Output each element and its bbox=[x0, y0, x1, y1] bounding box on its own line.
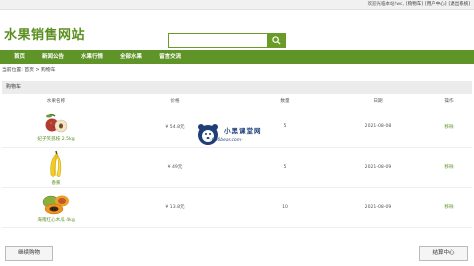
watermark-url: -666bear.com- bbox=[210, 138, 243, 143]
search-input[interactable] bbox=[169, 34, 267, 47]
nav-item-all-fruits[interactable]: 全部水果 bbox=[112, 50, 151, 64]
product-qty: 5 bbox=[240, 147, 330, 188]
search-button[interactable] bbox=[267, 34, 285, 47]
continue-shopping-button[interactable]: 继续购物 bbox=[5, 246, 53, 261]
site-logo[interactable]: 水果销售网站 bbox=[4, 24, 85, 43]
product-qty: 10 bbox=[240, 187, 330, 228]
product-name[interactable]: 妃子笑荔枝 2.5kg bbox=[37, 136, 74, 142]
table-row: 香蕉 ¥ 49元 5 2021-08-09 移除 bbox=[2, 147, 472, 188]
lychee-icon[interactable] bbox=[43, 111, 69, 135]
product-cell: 海南红心木瓜 4kg bbox=[2, 192, 110, 223]
product-date: 2021-08-08 bbox=[330, 107, 426, 148]
product-cell: 妃子笑荔枝 2.5kg bbox=[2, 111, 110, 142]
user-center-link[interactable]: [用户中心] bbox=[425, 2, 447, 7]
remove-link[interactable]: 移除 bbox=[426, 187, 472, 228]
product-name[interactable]: 海南红心木瓜 4kg bbox=[37, 217, 75, 223]
nav-item-news[interactable]: 新闻公告 bbox=[34, 50, 73, 64]
banana-icon[interactable] bbox=[45, 149, 67, 179]
nav-item-home[interactable]: 首页 bbox=[6, 50, 34, 64]
product-cell: 香蕉 bbox=[2, 149, 110, 186]
remove-link[interactable]: 移除 bbox=[426, 107, 472, 148]
nav-item-market[interactable]: 水果行情 bbox=[73, 50, 112, 64]
column-header-price: 价格 bbox=[170, 98, 180, 104]
checkout-button[interactable]: 结算中心 bbox=[419, 246, 468, 261]
column-header-action: 操作 bbox=[444, 98, 454, 104]
cart-table: 水果名称 价格 数量 日期 操作 妃子笑荔枝 2.5kg ¥ 54.8元 5 2… bbox=[2, 94, 472, 228]
watermark-title: 小黑课堂网 bbox=[224, 127, 262, 135]
search-box bbox=[168, 33, 286, 48]
cart-link[interactable]: [购物车] bbox=[406, 2, 423, 7]
product-name[interactable]: 香蕉 bbox=[51, 180, 60, 186]
cart-section-title: 购物车 bbox=[2, 81, 472, 94]
product-date: 2021-08-09 bbox=[330, 187, 426, 228]
product-price: ¥ 13.8元 bbox=[110, 187, 240, 228]
top-bar: 欢迎光临本站!wc, [购物车] [用户中心] [退出系统] bbox=[0, 0, 474, 10]
main-nav: 首页 新闻公告 水果行情 全部水果 留言交流 bbox=[0, 50, 474, 64]
table-row: 海南红心木瓜 4kg ¥ 13.8元 10 2021-08-09 移除 bbox=[2, 187, 472, 228]
remove-link[interactable]: 移除 bbox=[426, 147, 472, 188]
logout-link[interactable]: [退出系统] bbox=[448, 2, 470, 7]
cart-footer: 继续购物 结算中心 bbox=[0, 244, 474, 266]
watermark: 小黑课堂网 -666bear.com- bbox=[196, 122, 296, 148]
column-header-qty: 数量 bbox=[280, 98, 290, 104]
search-icon bbox=[271, 36, 281, 45]
product-date: 2021-08-09 bbox=[330, 147, 426, 188]
product-price: ¥ 49元 bbox=[110, 147, 240, 188]
welcome-text: 欢迎光临本站!wc, bbox=[367, 2, 404, 7]
header: 水果销售网站 bbox=[0, 10, 474, 50]
nav-item-messages[interactable]: 留言交流 bbox=[151, 50, 190, 64]
column-header-name: 水果名称 bbox=[46, 98, 66, 104]
breadcrumb: 当前位置: 首页 > 购物车 bbox=[2, 68, 56, 73]
papaya-icon[interactable] bbox=[41, 192, 71, 216]
column-header-date: 日期 bbox=[373, 98, 383, 104]
